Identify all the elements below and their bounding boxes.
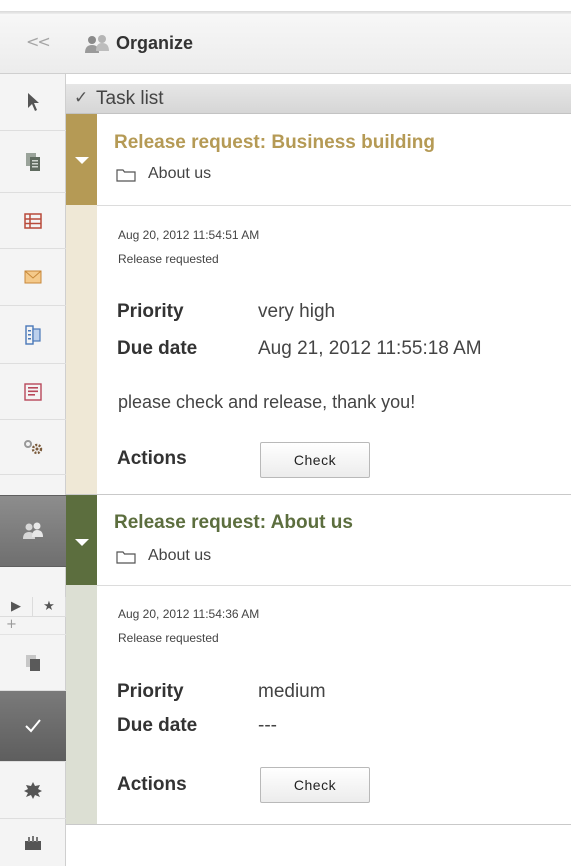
task-status: Release requested bbox=[118, 252, 219, 266]
add-button[interactable]: + bbox=[0, 617, 66, 635]
pointer-tool-button[interactable] bbox=[0, 74, 66, 131]
priority-label: Priority bbox=[117, 681, 184, 702]
task-divider bbox=[97, 205, 571, 206]
collapse-panel-button[interactable]: << bbox=[26, 32, 51, 51]
folder-icon bbox=[116, 169, 136, 182]
users-icon bbox=[23, 522, 43, 539]
check-button[interactable]: Check bbox=[260, 767, 370, 803]
tasklist-header[interactable]: ✓ Task list bbox=[66, 84, 571, 114]
task-title[interactable]: Release request: About us bbox=[114, 512, 353, 534]
tasks-tool-button[interactable] bbox=[0, 691, 66, 762]
users-icon bbox=[85, 35, 109, 53]
task-comment: please check and release, thank you! bbox=[118, 392, 416, 412]
settings-tool-button[interactable] bbox=[0, 420, 66, 475]
play-button[interactable]: ▶ bbox=[0, 597, 33, 616]
actions-label: Actions bbox=[117, 774, 187, 795]
star-button[interactable]: ★ bbox=[33, 597, 66, 616]
task-timestamp: Aug 20, 2012 11:54:51 AM bbox=[118, 228, 260, 242]
copy-tool-button[interactable] bbox=[0, 635, 66, 691]
left-toolbar: ▶ ★ + bbox=[0, 74, 66, 866]
checkmark-icon bbox=[25, 719, 41, 733]
due-date-label: Due date bbox=[117, 338, 198, 359]
task-divider bbox=[97, 585, 571, 586]
priority-label: Priority bbox=[117, 301, 184, 322]
task-stripe-head bbox=[66, 495, 97, 585]
tasklist-title: Task list bbox=[96, 88, 164, 109]
pages-icon bbox=[26, 152, 40, 171]
due-date-value: --- bbox=[258, 715, 277, 736]
copy-icon bbox=[26, 654, 40, 671]
report-tool-button[interactable] bbox=[0, 364, 66, 420]
pages-tool-button[interactable] bbox=[0, 131, 66, 193]
panel-header: << Organize bbox=[0, 14, 571, 74]
puzzle-icon bbox=[24, 782, 42, 799]
due-date-label: Due date bbox=[117, 715, 198, 736]
mini-toolbar: ▶ ★ bbox=[0, 597, 66, 617]
checkmark-icon: ✓ bbox=[74, 88, 89, 108]
pointer-icon bbox=[28, 93, 39, 111]
task-folder: About us bbox=[148, 547, 212, 564]
task-status: Release requested bbox=[118, 631, 219, 645]
task-item: Release request: Business building About… bbox=[66, 114, 571, 495]
task-item: Release request: About us About us Aug 2… bbox=[66, 495, 571, 825]
archive-icon bbox=[25, 835, 41, 850]
organize-tool-button[interactable] bbox=[0, 495, 66, 567]
collapse-task-toggle[interactable] bbox=[75, 157, 89, 164]
mail-tool-button[interactable] bbox=[0, 249, 66, 306]
plugins-tool-button[interactable] bbox=[0, 762, 66, 819]
document-tree-icon bbox=[25, 324, 41, 345]
priority-value: medium bbox=[258, 681, 326, 702]
structure-tool-button[interactable] bbox=[0, 306, 66, 364]
actions-label: Actions bbox=[117, 448, 187, 469]
folder-icon bbox=[116, 551, 136, 564]
task-stripe-head bbox=[66, 114, 97, 205]
settings-gears-icon bbox=[24, 440, 43, 455]
mail-icon bbox=[24, 270, 42, 284]
collapse-task-toggle[interactable] bbox=[75, 539, 89, 546]
priority-value: very high bbox=[258, 301, 336, 322]
check-button[interactable]: Check bbox=[260, 442, 370, 478]
task-folder: About us bbox=[148, 165, 212, 182]
panel-title: Organize bbox=[116, 33, 194, 53]
task-title[interactable]: Release request: Business building bbox=[114, 132, 435, 154]
task-timestamp: Aug 20, 2012 11:54:36 AM bbox=[118, 607, 260, 621]
due-date-value: Aug 21, 2012 11:55:18 AM bbox=[258, 338, 482, 359]
table-layout-icon bbox=[24, 212, 42, 229]
report-icon bbox=[24, 382, 42, 401]
table-tool-button[interactable] bbox=[0, 193, 66, 249]
archive-tool-button[interactable] bbox=[0, 819, 66, 866]
task-bottom-border bbox=[66, 824, 571, 825]
